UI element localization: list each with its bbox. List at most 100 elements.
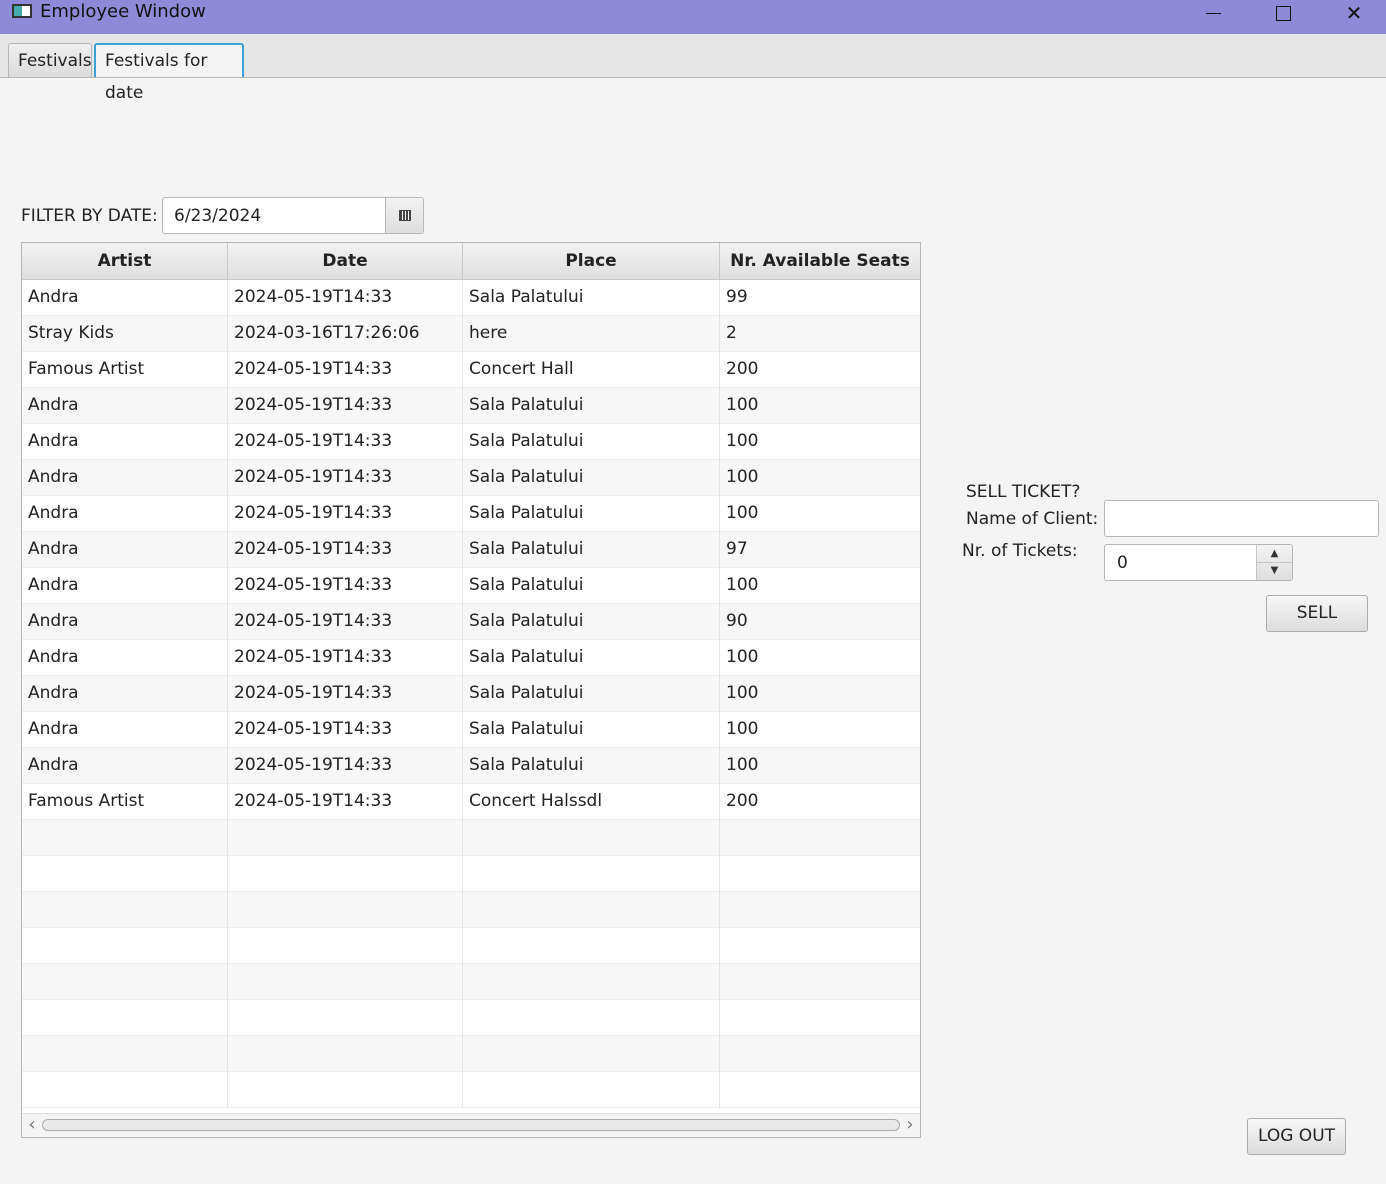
table-cell: [463, 856, 720, 892]
table-row[interactable]: [22, 892, 920, 928]
table-cell: [463, 1000, 720, 1036]
increment-arrow-icon[interactable]: ▲: [1257, 545, 1292, 563]
tab-bar: Festivals Festivals for date: [0, 34, 1386, 103]
client-name-label: Name of Client:: [966, 509, 1099, 529]
table-cell: Sala Palatului: [463, 532, 720, 568]
table-cell: Stray Kids: [22, 316, 228, 352]
table-row[interactable]: Andra 2024-05-19T14:33 Sala Palatului 100: [22, 640, 920, 676]
column-header-artist[interactable]: Artist: [22, 243, 228, 279]
table-cell: 2024-05-19T14:33: [228, 676, 463, 712]
table-cell: Andra: [22, 640, 228, 676]
table-row[interactable]: Andra 2024-05-19T14:33 Sala Palatului 90: [22, 604, 920, 640]
table-cell: 2024-05-19T14:33: [228, 424, 463, 460]
festival-table[interactable]: Artist Date Place Nr. Available Seats An…: [21, 242, 921, 1138]
ticket-count-value[interactable]: 0: [1117, 551, 1128, 575]
maximize-icon: [1275, 5, 1291, 21]
table-cell: 2024-05-19T14:33: [228, 748, 463, 784]
table-cell: 2024-05-19T14:33: [228, 640, 463, 676]
table-cell: 2024-03-16T17:26:06: [228, 316, 463, 352]
table-cell: 100: [726, 683, 759, 703]
table-cell: Andra: [22, 532, 228, 568]
sell-button[interactable]: SELL: [1266, 595, 1368, 632]
column-header-place[interactable]: Place: [463, 243, 720, 279]
table-row[interactable]: Famous Artist 2024-05-19T14:33 Concert Hal…: [22, 784, 920, 820]
table-row[interactable]: Andra 2024-05-19T14:33 Sala Palatului 100: [22, 424, 920, 460]
table-cell: Andra: [22, 568, 228, 604]
ticket-count-stepper[interactable]: 0 ▲ ▼: [1104, 544, 1293, 581]
stepper-buttons: ▲ ▼: [1256, 545, 1292, 580]
table-cell: [228, 820, 463, 856]
table-row[interactable]: [22, 820, 920, 856]
table-row[interactable]: Andra 2024-05-19T14:33 Sala Palatului 100: [22, 748, 920, 784]
table-row[interactable]: [22, 964, 920, 1000]
table-row[interactable]: Andra 2024-05-19T14:33 Sala Palatului 99: [22, 280, 920, 316]
table-cell: [22, 928, 228, 964]
filter-label: FILTER BY DATE:: [21, 206, 158, 226]
table-cell: [22, 964, 228, 1000]
client-name-input[interactable]: [1104, 500, 1379, 537]
table-cell: Sala Palatului: [463, 460, 720, 496]
table-row[interactable]: [22, 1000, 920, 1036]
table-cell: 200: [726, 359, 759, 379]
minimize-button[interactable]: [1190, 0, 1236, 26]
calendar-button[interactable]: [385, 198, 423, 233]
table-cell: 100: [726, 719, 759, 739]
table-cell: [22, 892, 228, 928]
minimize-icon: [1205, 12, 1221, 14]
table-row[interactable]: [22, 856, 920, 892]
table-cell: Andra: [22, 712, 228, 748]
table-row[interactable]: Andra 2024-05-19T14:33 Sala Palatului 100: [22, 568, 920, 604]
date-picker[interactable]: 6/23/2024: [162, 197, 424, 234]
table-row[interactable]: [22, 928, 920, 964]
table-cell: 100: [726, 755, 759, 775]
table-cell: [22, 1072, 228, 1108]
table-cell: 2024-05-19T14:33: [228, 496, 463, 532]
table-cell: [720, 928, 920, 964]
table-row[interactable]: Stray Kids 2024-03-16T17:26:06 here 2: [22, 316, 920, 352]
table-cell: Sala Palatului: [463, 280, 720, 316]
tab-festivals[interactable]: Festivals: [8, 43, 92, 77]
table-row[interactable]: Andra 2024-05-19T14:33 Sala Palatului 100: [22, 388, 920, 424]
table-cell: Famous Artist: [22, 784, 228, 820]
table-cell: Concert Halssdl: [463, 784, 720, 820]
table-cell: 2024-05-19T14:33: [228, 460, 463, 496]
table-cell: [463, 1036, 720, 1072]
close-button[interactable]: ✕: [1331, 0, 1377, 26]
table-cell: Andra: [22, 676, 228, 712]
table-cell: 2024-05-19T14:33: [228, 532, 463, 568]
table-cell: [228, 856, 463, 892]
table-cell: [720, 820, 920, 856]
tab-festivals-for-date[interactable]: Festivals for date: [94, 43, 244, 103]
table-cell: 100: [726, 467, 759, 487]
table-cell: 2024-05-19T14:33: [228, 712, 463, 748]
table-cell: 2024-05-19T14:33: [228, 352, 463, 388]
scroll-right-icon[interactable]: ›: [902, 1116, 918, 1135]
table-cell: Andra: [22, 604, 228, 640]
table-cell: [720, 1036, 920, 1072]
scroll-left-icon[interactable]: ‹: [24, 1116, 40, 1135]
table-row[interactable]: [22, 1036, 920, 1072]
table-row[interactable]: Andra 2024-05-19T14:33 Sala Palatului 100: [22, 676, 920, 712]
table-row[interactable]: Famous Artist 2024-05-19T14:33 Concert Hal…: [22, 352, 920, 388]
table-row[interactable]: Andra 2024-05-19T14:33 Sala Palatului 97: [22, 532, 920, 568]
table-cell: 2024-05-19T14:33: [228, 280, 463, 316]
date-value[interactable]: 6/23/2024: [174, 204, 261, 228]
horizontal-scrollbar[interactable]: ‹ ›: [22, 1113, 920, 1137]
table-cell: Sala Palatului: [463, 388, 720, 424]
maximize-button[interactable]: [1260, 0, 1306, 26]
window-titlebar: Employee Window ✕: [0, 0, 1386, 34]
column-header-date[interactable]: Date: [228, 243, 463, 279]
table-cell: 2024-05-19T14:33: [228, 388, 463, 424]
table-row[interactable]: [22, 1072, 920, 1108]
table-row[interactable]: Andra 2024-05-19T14:33 Sala Palatului 100: [22, 460, 920, 496]
table-cell: [228, 1000, 463, 1036]
table-cell: Famous Artist: [22, 352, 228, 388]
scrollbar-thumb[interactable]: [42, 1119, 900, 1131]
decrement-arrow-icon[interactable]: ▼: [1257, 562, 1292, 579]
column-header-available-seats[interactable]: Nr. Available Seats: [720, 243, 920, 279]
table-header: Artist Date Place Nr. Available Seats: [22, 243, 920, 280]
logout-button[interactable]: LOG OUT: [1247, 1118, 1346, 1155]
table-row[interactable]: Andra 2024-05-19T14:33 Sala Palatului 100: [22, 712, 920, 748]
table-row[interactable]: Andra 2024-05-19T14:33 Sala Palatului 100: [22, 496, 920, 532]
table-cell: 100: [726, 431, 759, 451]
